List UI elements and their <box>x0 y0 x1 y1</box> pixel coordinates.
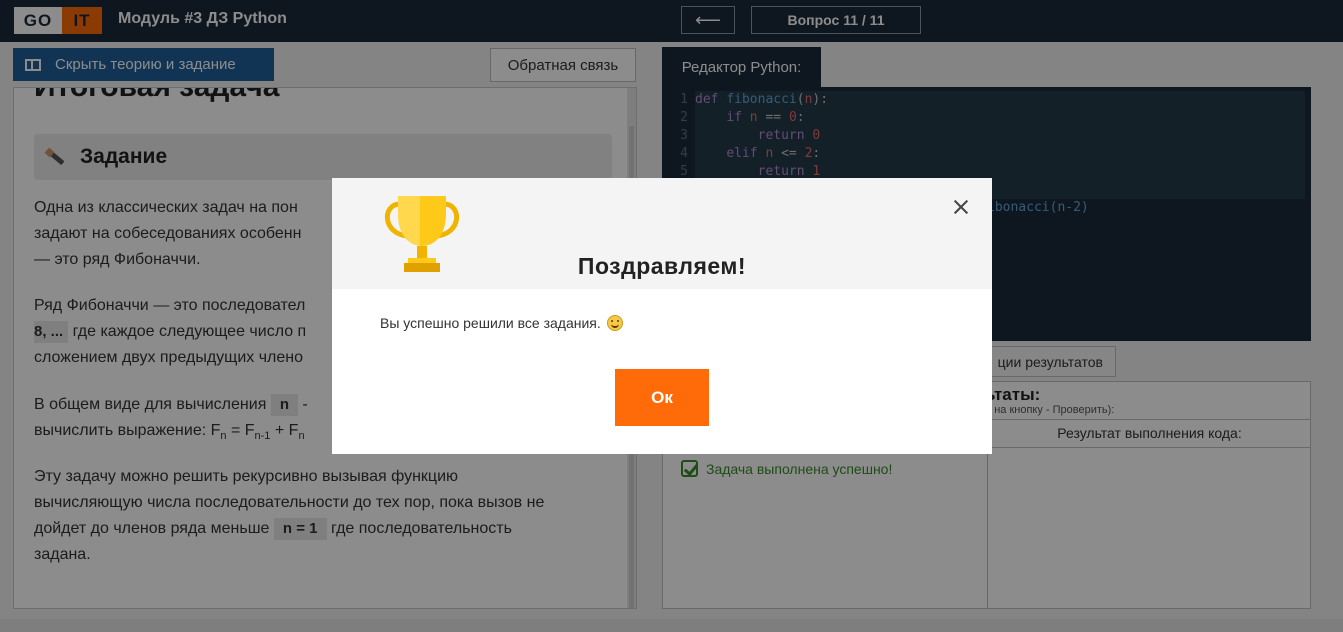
modal-message-text: Вы успешно решили все задания. <box>380 315 601 331</box>
congrats-modal: Поздравляем! Вы успешно решили все задан… <box>332 178 992 454</box>
modal-message: Вы успешно решили все задания. <box>380 315 623 331</box>
ok-button[interactable]: Ок <box>615 369 709 426</box>
close-icon[interactable] <box>952 198 970 216</box>
modal-header: Поздравляем! <box>332 178 992 289</box>
smile-icon <box>606 315 623 331</box>
modal-title: Поздравляем! <box>577 253 747 279</box>
